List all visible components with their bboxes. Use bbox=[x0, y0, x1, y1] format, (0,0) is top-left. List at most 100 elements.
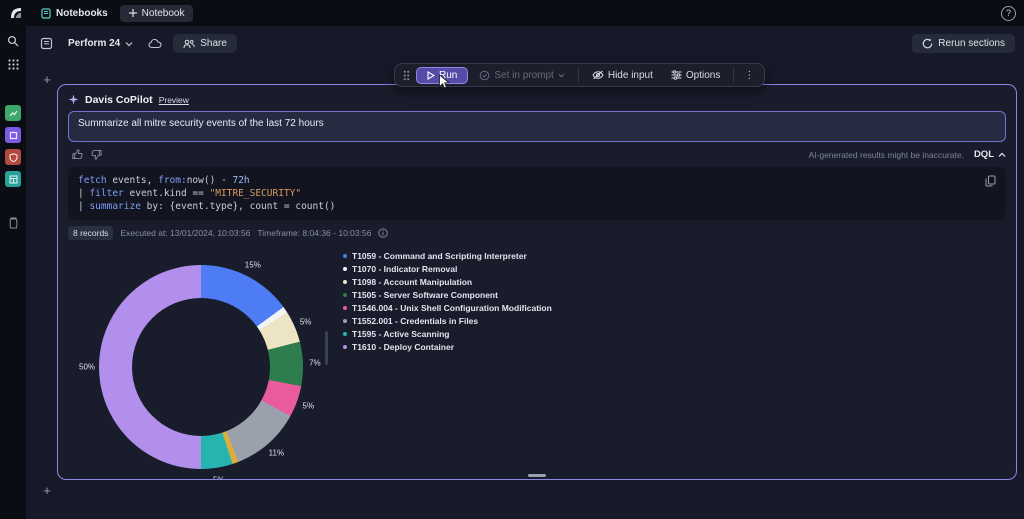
legend-item[interactable]: T1070 - Indicator Removal bbox=[343, 264, 552, 274]
wedge-percent-label: 5% bbox=[300, 317, 312, 326]
records-badge: 8 records bbox=[68, 226, 113, 240]
legend-item-label: T1595 - Active Scanning bbox=[352, 329, 449, 339]
eye-off-icon bbox=[592, 70, 604, 80]
legend-color-dot bbox=[343, 280, 347, 284]
cloud-sync-icon[interactable] bbox=[146, 36, 164, 51]
dql-collapse-toggle[interactable]: DQL bbox=[974, 149, 1006, 160]
help-icon[interactable]: ? bbox=[1001, 6, 1016, 21]
drag-handle-icon[interactable] bbox=[401, 70, 412, 81]
dql-code[interactable]: fetch events, from:now() - 72h| filter e… bbox=[78, 174, 996, 213]
document-icon bbox=[40, 37, 53, 50]
result-chart: 15%5%7%5%11%5%50% T1059 - Command and Sc… bbox=[68, 239, 1006, 480]
legend-color-dot bbox=[343, 293, 347, 297]
legend-item-label: T1098 - Account Manipulation bbox=[352, 277, 472, 287]
main-area: Perform 24 Share Rerun sections Run Set … bbox=[26, 26, 1024, 519]
set-in-prompt-button[interactable]: Set in prompt bbox=[472, 67, 571, 84]
thumbs-down-button[interactable] bbox=[87, 149, 106, 160]
toolbar-divider bbox=[578, 68, 579, 82]
copy-icon bbox=[985, 175, 996, 187]
chevron-down-icon bbox=[125, 41, 133, 47]
wedge-percent-label: 11% bbox=[269, 448, 284, 457]
legend-item[interactable]: T1552.001 - Credentials in Files bbox=[343, 316, 552, 326]
legend-item[interactable]: T1595 - Active Scanning bbox=[343, 329, 552, 339]
legend-item[interactable]: T1098 - Account Manipulation bbox=[343, 277, 552, 287]
prompt-input[interactable]: Summarize all mitre security events of t… bbox=[68, 111, 1006, 142]
add-section-button-bottom[interactable]: + bbox=[40, 483, 54, 497]
legend-color-dot bbox=[343, 319, 347, 323]
chevron-up-icon bbox=[998, 152, 1006, 158]
section-resize-handle[interactable] bbox=[528, 474, 546, 477]
new-notebook-button[interactable]: Notebook bbox=[120, 5, 194, 22]
search-icon[interactable] bbox=[6, 33, 21, 48]
preview-badge[interactable]: Preview bbox=[159, 95, 189, 105]
legend-color-dot bbox=[343, 345, 347, 349]
copilot-title: Davis CoPilot bbox=[85, 94, 153, 106]
info-icon[interactable] bbox=[378, 228, 388, 238]
timeframe-text: Timeframe: 8:04:36 - 10:03:56 bbox=[257, 228, 371, 238]
code-line: | filter event.kind == "MITRE_SECURITY" bbox=[78, 187, 996, 200]
legend-item[interactable]: T1546.004 - Unix Shell Configuration Mod… bbox=[343, 303, 552, 313]
legend-item[interactable]: T1505 - Server Software Component bbox=[343, 290, 552, 300]
app-icon-red-security[interactable] bbox=[5, 149, 21, 165]
set-in-prompt-label: Set in prompt bbox=[494, 70, 553, 81]
run-button[interactable]: Run bbox=[416, 67, 468, 84]
result-meta-row: 8 records Executed at: 13/01/2024, 10:03… bbox=[68, 227, 1006, 239]
legend-item-label: T1610 - Deploy Container bbox=[352, 342, 454, 352]
help-glyph: ? bbox=[1006, 8, 1011, 18]
dql-code-block: fetch events, from:now() - 72h| filter e… bbox=[68, 167, 1006, 220]
set-in-prompt-icon bbox=[479, 70, 490, 81]
options-button[interactable]: Options bbox=[664, 67, 727, 84]
copy-button[interactable] bbox=[983, 173, 998, 192]
legend-item[interactable]: T1059 - Command and Scripting Interprete… bbox=[343, 251, 552, 261]
hide-input-button[interactable]: Hide input bbox=[585, 67, 660, 84]
thumbs-up-button[interactable] bbox=[68, 149, 87, 160]
rerun-sections-label: Rerun sections bbox=[938, 38, 1005, 49]
add-section-button-top[interactable]: + bbox=[40, 72, 54, 86]
legend-color-dot bbox=[343, 306, 347, 310]
legend-item-label: T1546.004 - Unix Shell Configuration Mod… bbox=[352, 303, 552, 313]
document-toolbar: Perform 24 Share bbox=[38, 34, 237, 53]
legend-item[interactable]: T1610 - Deploy Container bbox=[343, 342, 552, 352]
wedge-percent-label: 50% bbox=[79, 363, 95, 372]
app-icon-green-chart[interactable] bbox=[5, 105, 21, 121]
options-label: Options bbox=[686, 70, 720, 81]
notebook-title: Perform 24 bbox=[68, 38, 120, 49]
legend-color-dot bbox=[343, 332, 347, 336]
rerun-sections-button[interactable]: Rerun sections bbox=[912, 34, 1015, 53]
wedge-percent-label: 15% bbox=[245, 261, 261, 270]
notebooks-app-tab[interactable]: Notebooks bbox=[40, 8, 108, 19]
app-icon-jar[interactable] bbox=[5, 215, 21, 231]
thumbs-down-icon bbox=[91, 149, 102, 160]
feedback-row: AI-generated results might be inaccurate… bbox=[68, 148, 1006, 161]
pinned-apps bbox=[5, 105, 21, 231]
copilot-header: Davis CoPilot Preview bbox=[68, 93, 1006, 106]
notebook-title-dropdown[interactable]: Perform 24 bbox=[64, 35, 137, 52]
run-label: Run bbox=[439, 70, 457, 81]
app-icon-teal-table[interactable] bbox=[5, 171, 21, 187]
wedge-percent-label: 7% bbox=[309, 359, 321, 368]
apps-grid-icon[interactable] bbox=[6, 57, 21, 72]
more-options-button[interactable]: ⋮ bbox=[740, 67, 758, 84]
kebab-icon: ⋮ bbox=[744, 70, 754, 81]
new-notebook-label: Notebook bbox=[142, 8, 185, 19]
legend-item-label: T1059 - Command and Scripting Interprete… bbox=[352, 251, 527, 261]
dynatrace-logo[interactable] bbox=[8, 5, 24, 21]
thumbs-up-icon bbox=[72, 149, 83, 160]
top-bar: Notebooks Notebook ? bbox=[0, 0, 1024, 26]
legend-item-label: T1070 - Indicator Removal bbox=[352, 264, 457, 274]
code-line: | summarize by: {event.type}, count = co… bbox=[78, 200, 996, 213]
play-icon bbox=[427, 71, 435, 80]
app-icon-purple-cube[interactable] bbox=[5, 127, 21, 143]
hide-input-label: Hide input bbox=[608, 70, 653, 81]
legend-item-label: T1552.001 - Credentials in Files bbox=[352, 316, 478, 326]
legend-scrollbar[interactable] bbox=[325, 331, 328, 365]
chart-legend: T1059 - Command and Scripting Interprete… bbox=[343, 251, 552, 480]
sparkle-icon bbox=[68, 94, 79, 105]
notebook-outline-button[interactable] bbox=[38, 35, 55, 52]
share-button[interactable]: Share bbox=[173, 34, 237, 53]
section-toolbar: Run Set in prompt Hide input Options ⋮ bbox=[394, 63, 765, 87]
legend-color-dot bbox=[343, 254, 347, 258]
legend-item-label: T1505 - Server Software Component bbox=[352, 290, 498, 300]
donut-chart[interactable] bbox=[99, 265, 303, 469]
davis-copilot-section[interactable]: Davis CoPilot Preview Summarize all mitr… bbox=[57, 84, 1017, 480]
